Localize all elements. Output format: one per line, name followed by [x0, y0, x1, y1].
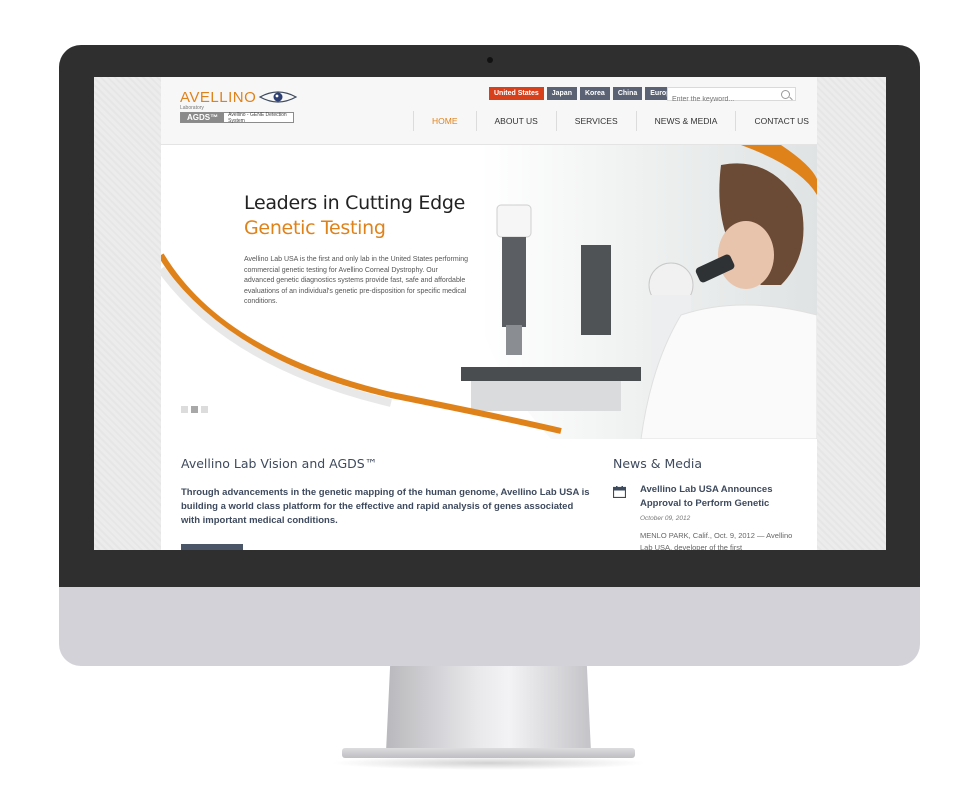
agds-badge: AGDS™ Avellino - GENE Detection System	[180, 111, 294, 124]
site-logo[interactable]: AVELLINO Laboratory AGDS™ Avellino - GEN…	[180, 89, 298, 124]
eye-icon	[258, 91, 298, 103]
nav-news-media[interactable]: NEWS & MEDIA	[635, 111, 736, 131]
vision-text: Through advancements in the genetic mapp…	[181, 487, 590, 526]
search-icon[interactable]	[781, 90, 790, 99]
nav-contact-us[interactable]: CONTACT US	[735, 111, 817, 131]
news-headline-link[interactable]: Avellino Lab USA Announces Approval to P…	[640, 483, 800, 511]
search-box	[667, 87, 796, 106]
monitor-chin	[59, 587, 920, 666]
hero-description: Avellino Lab USA is the first and only l…	[244, 256, 468, 305]
camera-icon	[487, 57, 493, 63]
search-input[interactable]	[668, 93, 773, 106]
news-heading: News & Media	[613, 456, 703, 471]
site-header: AVELLINO Laboratory AGDS™ Avellino - GEN…	[161, 77, 817, 145]
calendar-icon	[613, 486, 626, 498]
read-more-button[interactable]	[181, 544, 243, 550]
imac-mockup: AVELLINO Laboratory AGDS™ Avellino - GEN…	[0, 0, 965, 805]
stand-shadow	[330, 756, 647, 770]
monitor-foot	[342, 748, 635, 758]
news-excerpt: MENLO PARK, Calif., Oct. 9, 2012 — Avell…	[640, 531, 793, 550]
slide-dot-1[interactable]	[181, 406, 188, 413]
news-date: October 09, 2012	[640, 515, 691, 522]
agds-description: Avellino - GENE Detection System	[228, 111, 287, 124]
screen: AVELLINO Laboratory AGDS™ Avellino - GEN…	[94, 77, 886, 550]
region-selector: United States Japan Korea China Europe	[489, 87, 680, 100]
hero-subtitle: Genetic Testing	[244, 217, 386, 239]
nav-about-us[interactable]: ABOUT US	[475, 111, 556, 131]
website-page: AVELLINO Laboratory AGDS™ Avellino - GEN…	[161, 77, 817, 550]
main-nav: HOME ABOUT US SERVICES NEWS & MEDIA CONT…	[413, 111, 817, 131]
region-china[interactable]: China	[612, 87, 643, 100]
hero-banner: Leaders in Cutting Edge Genetic Testing …	[161, 145, 817, 439]
hero-title: Leaders in Cutting Edge	[244, 192, 465, 214]
region-korea[interactable]: Korea	[579, 87, 610, 100]
region-united-states[interactable]: United States	[489, 87, 544, 100]
slider-dots	[181, 406, 208, 413]
slide-dot-2[interactable]	[191, 406, 198, 413]
slide-dot-3[interactable]	[201, 406, 208, 413]
agds-label: AGDS™	[181, 113, 225, 122]
region-japan[interactable]: Japan	[546, 87, 577, 100]
nav-home[interactable]: HOME	[413, 111, 476, 131]
nav-services[interactable]: SERVICES	[555, 111, 636, 131]
monitor-stand	[386, 666, 591, 752]
vision-heading: Avellino Lab Vision and AGDS™	[181, 456, 378, 471]
